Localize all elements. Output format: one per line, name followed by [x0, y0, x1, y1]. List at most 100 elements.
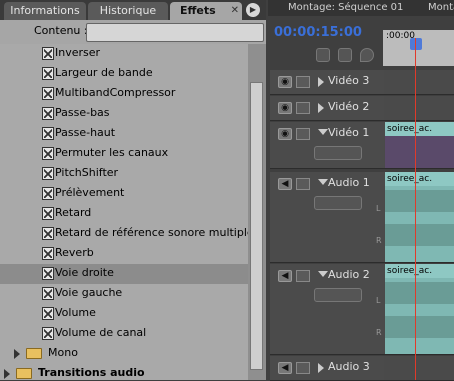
eye-icon[interactable]: ◉: [278, 102, 292, 114]
speaker-icon[interactable]: ◀: [278, 270, 292, 282]
track-name: Vidéo 2: [328, 100, 370, 113]
tab-montage-sequence[interactable]: Montage: Séquence 01: [288, 0, 403, 16]
effect-item[interactable]: Inverser: [0, 44, 248, 64]
effect-item[interactable]: Reverb: [0, 244, 248, 264]
timeline-clip[interactable]: soiree_ac.: [385, 264, 454, 354]
timeline-clip[interactable]: soiree_ac.: [385, 172, 454, 262]
track-video[interactable]: ◉ Vidéo 3: [270, 70, 454, 95]
keyframe-navigator[interactable]: [314, 146, 362, 160]
track-audio[interactable]: ◀ Audio 3: [270, 356, 454, 381]
scrollbar[interactable]: [248, 44, 266, 380]
panel-tab-bar: Informations Historique Effets ✕ ▶: [0, 0, 266, 20]
effect-item[interactable]: PitchShifter: [0, 164, 248, 184]
expand-arrow-icon[interactable]: [14, 349, 20, 359]
effect-item-label: Voie gauche: [55, 286, 123, 299]
track-header: ◉ Vidéo 3: [270, 70, 384, 94]
tab-montage-2[interactable]: Monta: [428, 0, 454, 16]
tab-historique[interactable]: Historique: [88, 2, 168, 20]
effects-list: Inverser Largeur de bande MultibandCompres…: [0, 44, 248, 380]
folder-item[interactable]: Transitions audio: [0, 364, 248, 380]
playhead-handle[interactable]: [410, 38, 422, 50]
effect-item-label: Volume de canal: [55, 326, 147, 339]
effect-item-label: Passe-bas: [55, 106, 110, 119]
effect-item[interactable]: Prélèvement: [0, 184, 248, 204]
timeline-clip[interactable]: soiree_ac.: [385, 122, 454, 168]
tab-informations-label: Informations: [10, 4, 80, 17]
effect-item-label: Retard: [55, 206, 92, 219]
expand-arrow-icon[interactable]: [318, 103, 324, 113]
channel-label: R: [376, 328, 382, 337]
lock-toggle[interactable]: [296, 102, 310, 114]
expand-arrow-icon[interactable]: [318, 77, 324, 87]
scrollbar-thumb[interactable]: [250, 82, 263, 370]
effect-item-label: Inverser: [55, 46, 101, 59]
expand-arrow-icon[interactable]: [4, 369, 10, 379]
effect-item-label: Permuter les canaux: [55, 146, 169, 159]
folder-label: Mono: [48, 346, 78, 359]
track-name: Vidéo 1: [328, 126, 370, 139]
track-header: ◀ Audio 1 L R: [270, 172, 384, 262]
clip-name: soiree_ac.: [385, 264, 454, 278]
eye-icon[interactable]: ◉: [278, 76, 292, 88]
search-row: Contenu :: [0, 20, 266, 44]
folder-icon: [16, 368, 32, 379]
lock-toggle[interactable]: [296, 178, 310, 190]
speaker-icon[interactable]: ◀: [278, 362, 292, 374]
track-video[interactable]: ◉ Vidéo 1 soiree_ac.: [270, 122, 454, 169]
effect-item[interactable]: Volume: [0, 304, 248, 324]
channel-label: L: [376, 204, 381, 213]
channel-label: R: [376, 236, 382, 245]
folder-item[interactable]: Mono: [0, 344, 248, 364]
track-header: ◀ Audio 3: [270, 356, 384, 380]
clip-name: soiree_ac.: [385, 122, 454, 136]
timecode-display[interactable]: 00:00:15:00: [274, 25, 362, 40]
tab-informations[interactable]: Informations: [4, 2, 86, 20]
effect-item[interactable]: Passe-bas: [0, 104, 248, 124]
audio-effect-icon: [42, 327, 54, 340]
effect-item-label: PitchShifter: [55, 166, 119, 179]
expand-arrow-icon[interactable]: [318, 129, 328, 135]
track-audio[interactable]: ◀ Audio 1 L Rsoiree_ac.: [270, 172, 454, 263]
audio-effect-icon: [42, 307, 54, 320]
lock-toggle[interactable]: [296, 270, 310, 282]
expand-arrow-icon[interactable]: [318, 363, 324, 373]
panel-menu-icon[interactable]: ▶: [246, 3, 260, 17]
effect-item[interactable]: MultibandCompressor: [0, 84, 248, 104]
snap-icon[interactable]: [316, 48, 330, 62]
effect-item[interactable]: Passe-haut: [0, 124, 248, 144]
effect-item[interactable]: Retard de référence sonore multiple: [0, 224, 248, 244]
audio-effect-icon: [42, 287, 54, 300]
effect-item-label: Prélèvement: [55, 186, 125, 199]
waveform: [385, 282, 454, 304]
track-name: Vidéo 3: [328, 74, 370, 87]
effect-item[interactable]: Volume de canal: [0, 324, 248, 344]
effect-item[interactable]: Voie droite: [0, 264, 248, 284]
keyframe-navigator[interactable]: [314, 196, 362, 210]
audio-effect-icon: [42, 67, 54, 80]
close-icon[interactable]: ✕: [231, 2, 239, 20]
folder-icon: [26, 348, 42, 359]
expand-arrow-icon[interactable]: [318, 179, 328, 185]
track-video[interactable]: ◉ Vidéo 2: [270, 96, 454, 121]
eye-icon[interactable]: ◉: [278, 128, 292, 140]
track-name: Audio 1: [328, 176, 370, 189]
effect-item-label: MultibandCompressor: [55, 86, 176, 99]
effect-item[interactable]: Permuter les canaux: [0, 144, 248, 164]
track-audio[interactable]: ◀ Audio 2 L Rsoiree_ac.: [270, 264, 454, 355]
effect-item[interactable]: Voie gauche: [0, 284, 248, 304]
playhead-line[interactable]: [415, 38, 416, 380]
lock-toggle[interactable]: [296, 128, 310, 140]
waveform: [385, 190, 454, 212]
tab-effets[interactable]: Effets ✕: [170, 2, 242, 20]
speaker-icon[interactable]: ◀: [278, 178, 292, 190]
keyframe-icon[interactable]: [360, 48, 374, 62]
effect-item[interactable]: Retard: [0, 204, 248, 224]
search-input[interactable]: [86, 23, 264, 42]
keyframe-navigator[interactable]: [314, 288, 362, 302]
lock-toggle[interactable]: [296, 76, 310, 88]
marker-icon[interactable]: [338, 48, 352, 62]
effect-item-label: Voie droite: [55, 266, 114, 279]
lock-toggle[interactable]: [296, 362, 310, 374]
effect-item[interactable]: Largeur de bande: [0, 64, 248, 84]
expand-arrow-icon[interactable]: [318, 271, 328, 277]
